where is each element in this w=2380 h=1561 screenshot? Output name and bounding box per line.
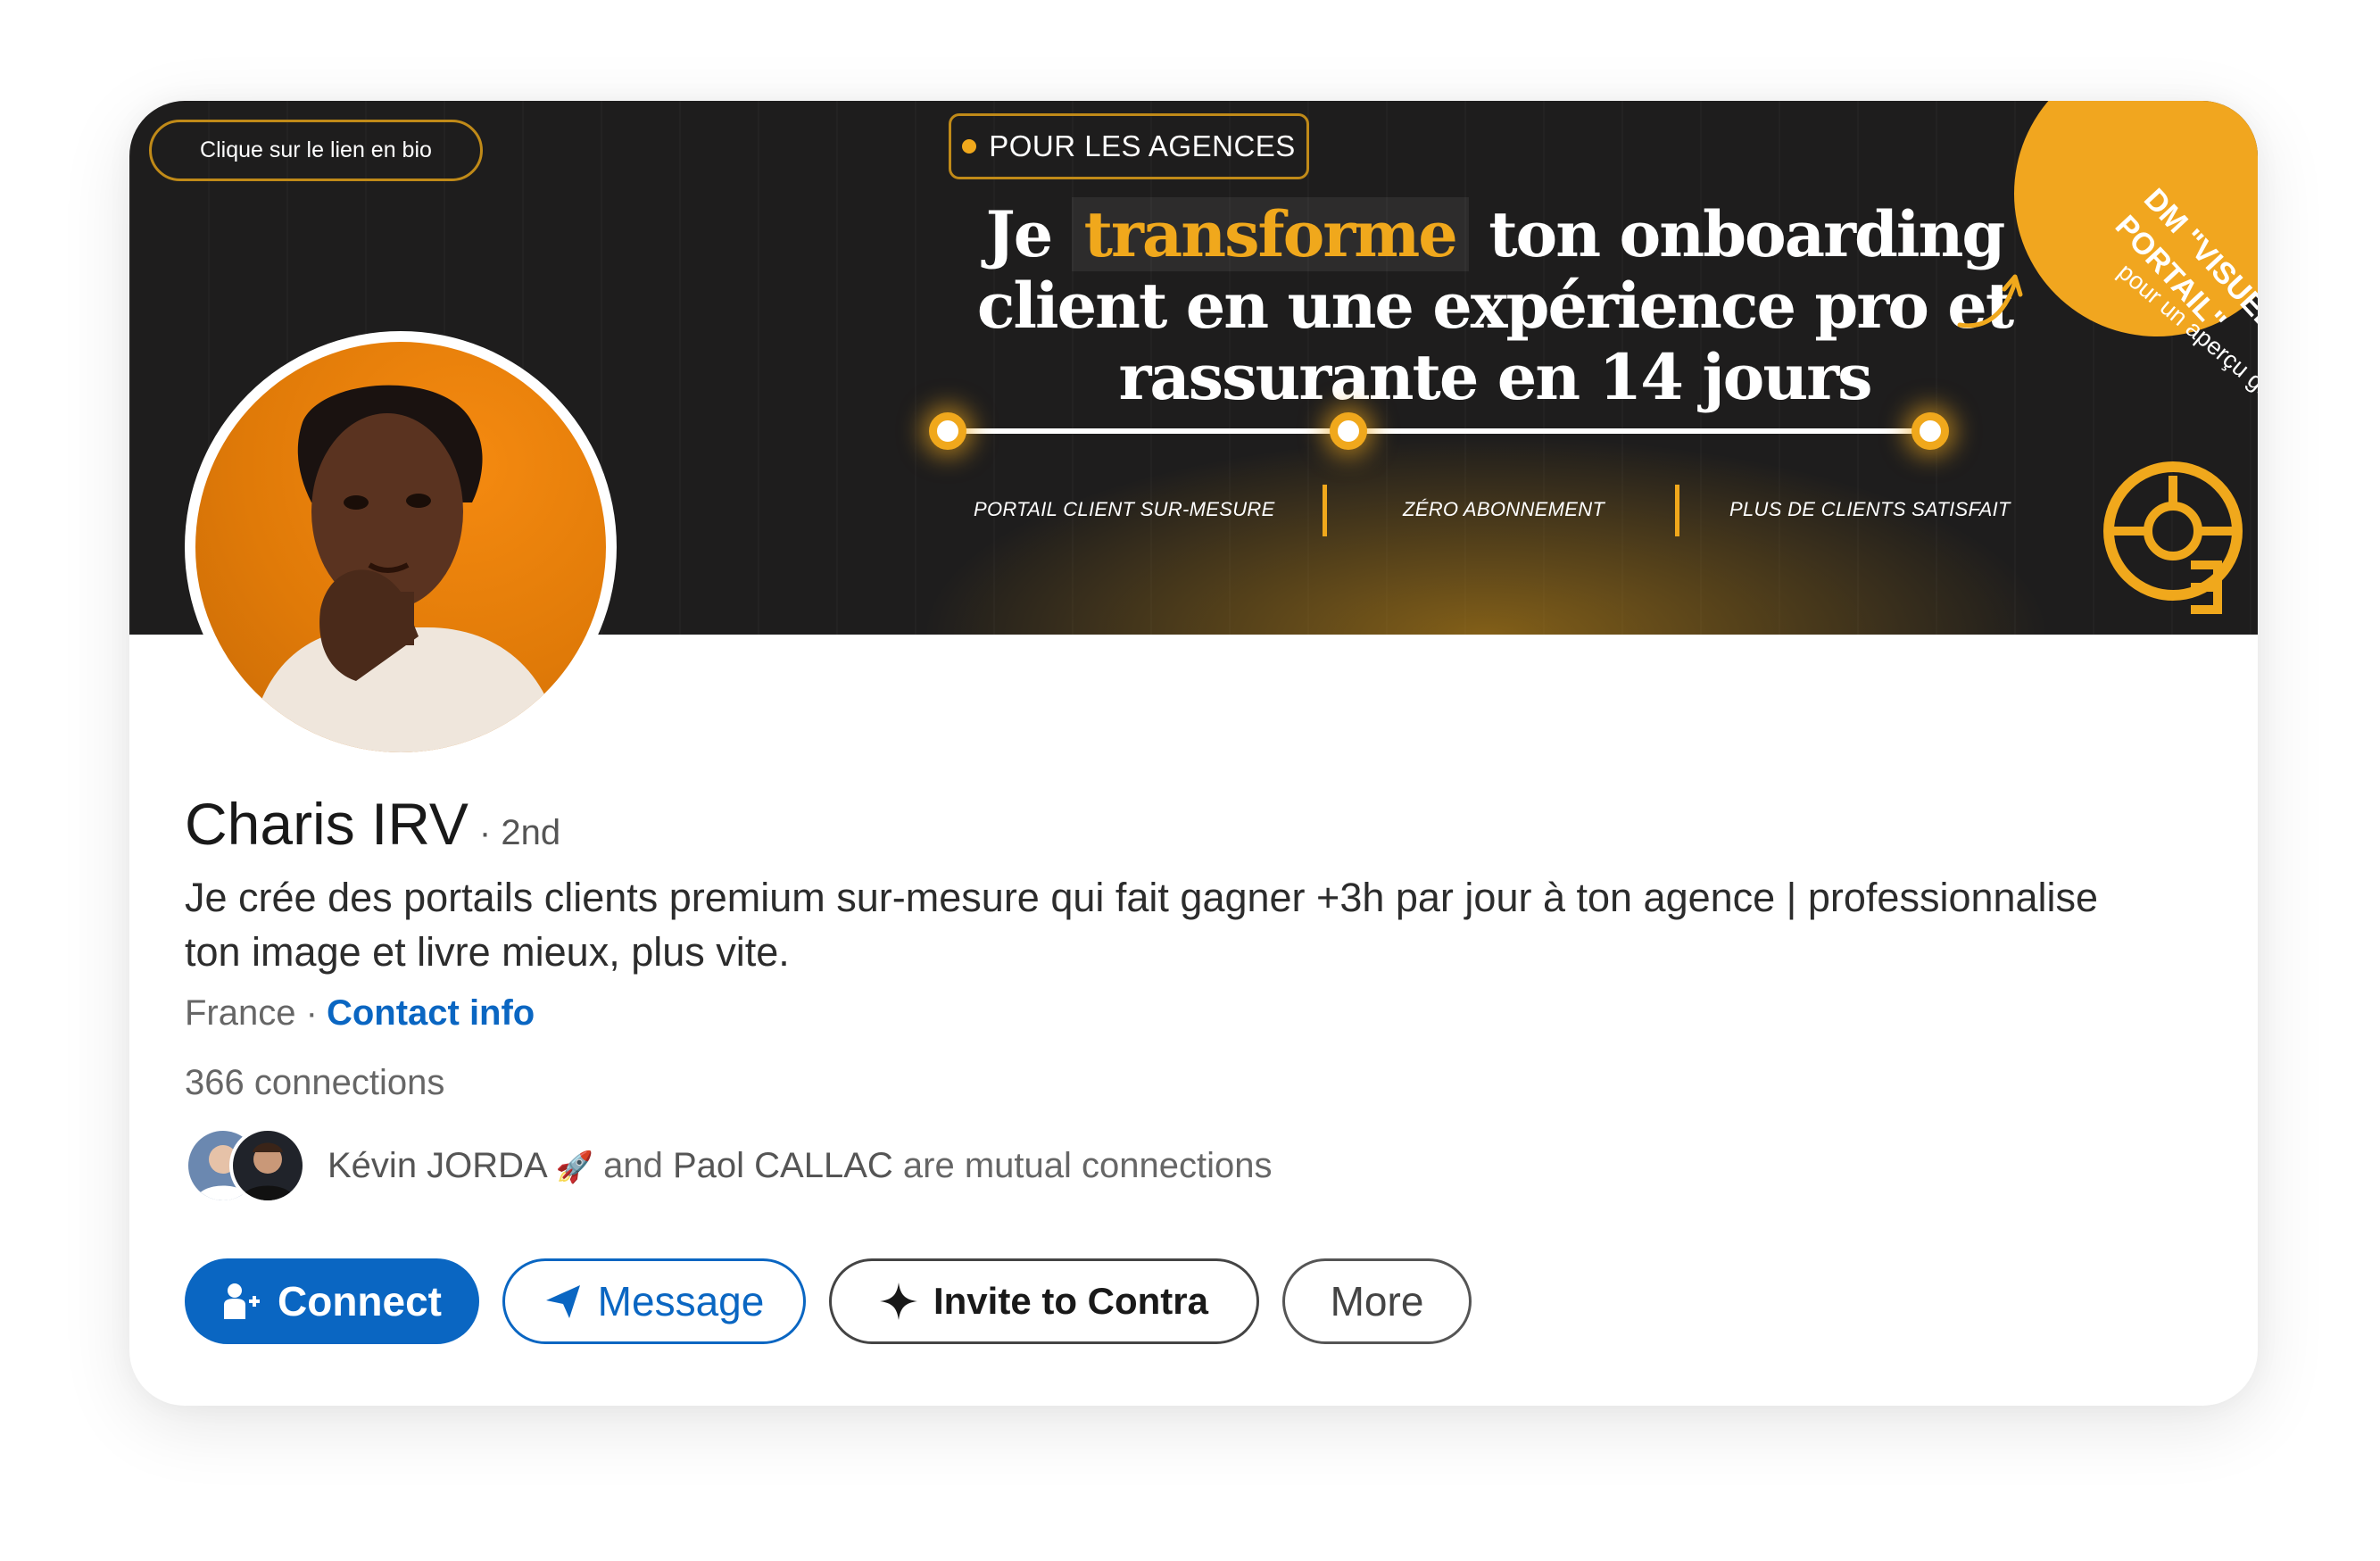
rocket-icon: 🚀 bbox=[555, 1150, 593, 1184]
curved-arrow-icon bbox=[1957, 274, 2023, 328]
connection-degree: · 2nd bbox=[478, 813, 561, 852]
steering-wheel-logo-icon bbox=[2103, 461, 2243, 614]
timeline-node-3 bbox=[1911, 412, 1949, 450]
send-icon bbox=[545, 1285, 580, 1318]
mutual-person-2: Paol CALLAC bbox=[673, 1145, 893, 1185]
message-label: Message bbox=[597, 1278, 765, 1324]
mutual-and: and bbox=[603, 1145, 663, 1185]
headline-line1-post: ton onboarding bbox=[1468, 197, 2005, 271]
mutual-avatar-2 bbox=[229, 1127, 306, 1204]
contact-info-link[interactable]: Contact info bbox=[327, 993, 535, 1034]
location: France · bbox=[185, 993, 318, 1033]
step-separator-2 bbox=[1675, 485, 1679, 536]
connect-label: Connect bbox=[278, 1278, 442, 1324]
headline-pre: Je bbox=[985, 197, 1072, 271]
add-person-icon bbox=[224, 1283, 260, 1319]
step-label-3: PLUS DE CLIENTS SATISFAIT bbox=[1729, 498, 2011, 520]
avatar-photo bbox=[195, 342, 606, 752]
agences-pill: POUR LES AGENCES bbox=[949, 113, 1309, 179]
mutual-person-1: Kévin JORDA bbox=[328, 1145, 546, 1185]
connect-button[interactable]: Connect bbox=[185, 1258, 479, 1344]
banner-headline: Je transforme ton onboarding client en u… bbox=[915, 197, 2075, 414]
headline-line3: rassurante en 14 jours bbox=[1118, 340, 1872, 414]
more-button[interactable]: More bbox=[1282, 1258, 1472, 1344]
invite-label: Invite to Contra bbox=[933, 1280, 1208, 1322]
connections-count[interactable]: 366 connections bbox=[185, 1063, 444, 1103]
bio-link-pill: Clique sur le lien en bio bbox=[149, 120, 483, 181]
timeline-node-1 bbox=[929, 412, 966, 450]
step-label-2: ZÉRO ABONNEMENT bbox=[1403, 498, 1605, 520]
location-row: France · Contact info bbox=[185, 993, 535, 1034]
headline-highlight: transforme bbox=[1071, 197, 1469, 271]
mutual-avatars bbox=[185, 1127, 306, 1204]
sparkle-icon bbox=[879, 1283, 917, 1320]
timeline-node-2 bbox=[1330, 412, 1367, 450]
more-label: More bbox=[1330, 1278, 1424, 1324]
mutual-connections[interactable]: Kévin JORDA 🚀 and Paol CALLAC are mutual… bbox=[185, 1127, 1273, 1204]
message-button[interactable]: Message bbox=[502, 1258, 806, 1344]
dot-icon bbox=[962, 139, 977, 154]
profile-avatar[interactable] bbox=[185, 331, 617, 763]
step-separator-1 bbox=[1323, 485, 1327, 536]
profile-name: Charis IRV bbox=[185, 791, 469, 857]
profile-card: Clique sur le lien en bio POUR LES AGENC… bbox=[129, 101, 2258, 1406]
invite-to-contra-button[interactable]: Invite to Contra bbox=[829, 1258, 1259, 1344]
profile-actions: Connect Message Invite to Contra More bbox=[185, 1258, 1472, 1344]
person-icon bbox=[240, 1142, 295, 1200]
person-portrait-icon bbox=[249, 385, 561, 752]
step-label-1: PORTAIL CLIENT SUR-MESURE bbox=[974, 498, 1275, 520]
bio-pill-text: Clique sur le lien en bio bbox=[200, 137, 432, 162]
profile-headline: Je crée des portails clients premium sur… bbox=[185, 875, 2099, 975]
agences-pill-text: POUR LES AGENCES bbox=[989, 129, 1296, 162]
name-row: Charis IRV · 2nd bbox=[185, 790, 560, 858]
mutual-suffix: are mutual connections bbox=[902, 1145, 1273, 1185]
headline-line2: client en une expérience pro et bbox=[976, 269, 2014, 343]
banner-timeline bbox=[950, 428, 1928, 434]
